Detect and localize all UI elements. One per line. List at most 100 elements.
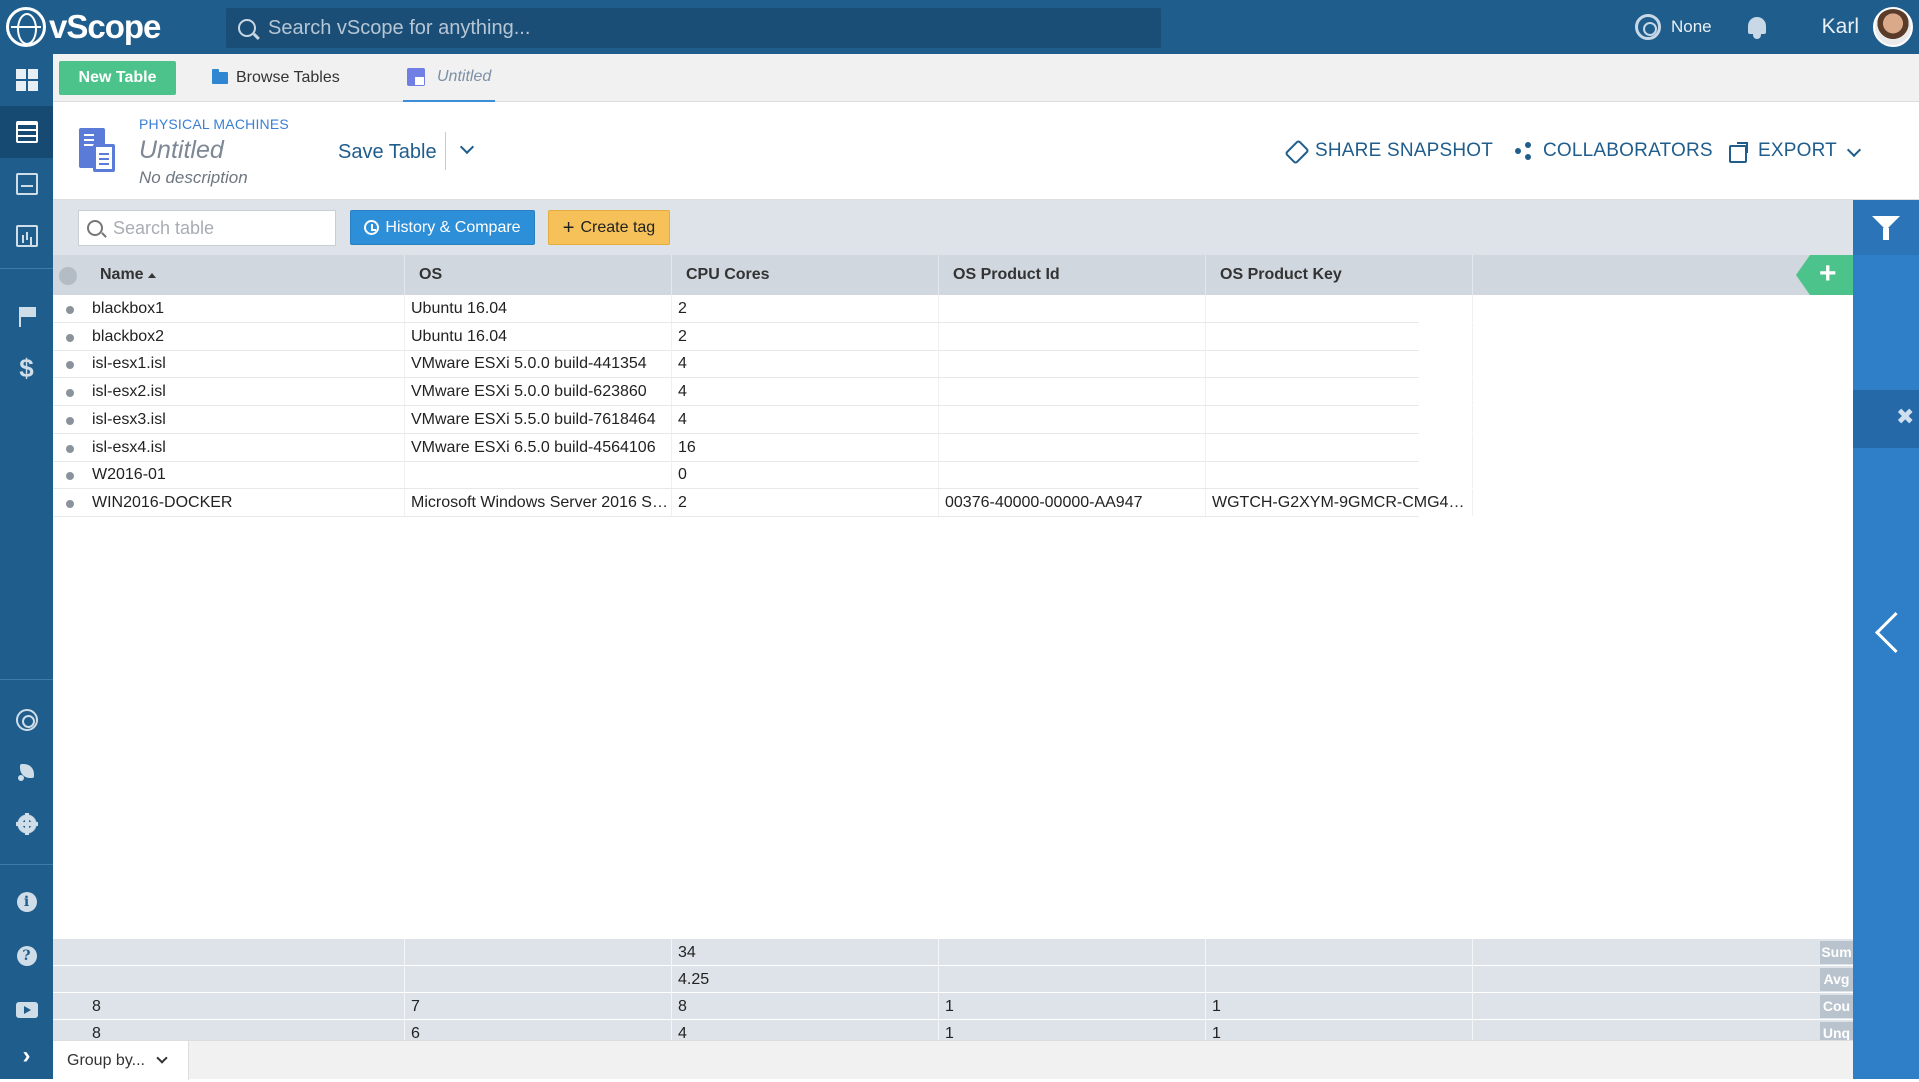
sidebar-expand[interactable]: › xyxy=(0,1030,53,1082)
cell-name[interactable]: isl-esx2.isl xyxy=(86,378,405,406)
cell-cpu-cores[interactable]: 4 xyxy=(672,350,939,378)
sidebar-item-discovery[interactable] xyxy=(0,746,53,798)
table-row[interactable]: isl-esx2.isl VMware ESXi 5.0.0 build-6238… xyxy=(53,378,1473,407)
cell-os-product-id[interactable] xyxy=(939,433,1206,461)
cell-name[interactable]: isl-esx1.isl xyxy=(86,350,405,378)
user-name[interactable]: Karl xyxy=(1822,15,1859,39)
cell-name[interactable]: isl-esx3.isl xyxy=(86,405,405,433)
create-tag-button[interactable]: + Create tag xyxy=(548,210,670,245)
cell-os-product-key[interactable] xyxy=(1206,378,1473,406)
global-search[interactable] xyxy=(226,8,1161,48)
cell-os-product-id[interactable] xyxy=(939,461,1206,489)
tracker-icon[interactable] xyxy=(1635,14,1661,40)
select-all-checkbox[interactable] xyxy=(59,267,77,285)
table-row[interactable]: isl-esx3.isl VMware ESXi 5.5.0 build-7618… xyxy=(53,405,1473,434)
cell-os[interactable]: Microsoft Windows Server 2016 Standard xyxy=(405,488,672,516)
cell-os[interactable] xyxy=(405,461,672,489)
row-select-dot[interactable] xyxy=(66,361,74,370)
vscope-logo[interactable]: vScope xyxy=(6,6,161,48)
column-header-cpu-cores[interactable]: CPU Cores xyxy=(672,255,939,295)
tracker-label[interactable]: None xyxy=(1671,17,1712,37)
bell-icon[interactable] xyxy=(1746,15,1768,39)
filter-button[interactable] xyxy=(1853,200,1919,255)
cell-os[interactable]: VMware ESXi 5.0.0 build-623860 xyxy=(405,378,672,406)
table-category[interactable]: PHYSICAL MACHINES xyxy=(139,116,289,132)
cell-os-product-key[interactable] xyxy=(1206,322,1473,350)
cell-os-product-key[interactable] xyxy=(1206,461,1473,489)
cell-name[interactable]: WIN2016-DOCKER xyxy=(86,488,405,516)
sidebar-item-costs[interactable]: $ xyxy=(0,342,53,394)
collaborators-button[interactable]: COLLABORATORS xyxy=(1513,140,1713,162)
cell-os-product-id[interactable] xyxy=(939,405,1206,433)
save-options-chevron-icon[interactable] xyxy=(458,138,478,162)
summary-label[interactable]: Sum xyxy=(1820,941,1853,964)
cell-os-product-key[interactable] xyxy=(1206,295,1473,322)
sidebar-item-flags[interactable] xyxy=(0,290,53,342)
sidebar-item-info[interactable]: i xyxy=(0,876,53,928)
cell-os-product-key[interactable] xyxy=(1206,350,1473,378)
row-select-dot[interactable] xyxy=(66,333,74,342)
sidebar-item-help[interactable]: ? xyxy=(0,930,53,982)
cell-cpu-cores[interactable]: 0 xyxy=(672,461,939,489)
sidebar-item-tracker[interactable] xyxy=(0,694,53,746)
export-button[interactable]: EXPORT xyxy=(1728,140,1865,163)
sidebar-item-window[interactable] xyxy=(0,158,53,210)
cell-os-product-id[interactable] xyxy=(939,322,1206,350)
table-row[interactable]: WIN2016-DOCKER Microsoft Windows Server 2… xyxy=(53,488,1473,517)
chevron-left-icon[interactable] xyxy=(1873,610,1899,656)
table-row[interactable]: isl-esx1.isl VMware ESXi 5.0.0 build-4413… xyxy=(53,350,1473,379)
sidebar-item-dashboard[interactable] xyxy=(0,54,53,106)
table-row[interactable]: W2016-01 0 xyxy=(53,461,1473,490)
group-by-select[interactable]: Group by... xyxy=(53,1041,189,1080)
cell-name[interactable]: blackbox2 xyxy=(86,322,405,350)
sidebar-item-settings[interactable] xyxy=(0,798,53,850)
cell-os[interactable]: VMware ESXi 5.5.0 build-7618464 xyxy=(405,405,672,433)
new-table-button[interactable]: New Table xyxy=(59,61,176,95)
cell-cpu-cores[interactable]: 4 xyxy=(672,378,939,406)
table-row[interactable]: blackbox1 Ubuntu 16.04 2 xyxy=(53,295,1473,323)
sidebar-item-reports[interactable] xyxy=(0,210,53,262)
cell-os-product-id[interactable] xyxy=(939,350,1206,378)
table-title[interactable]: Untitled xyxy=(139,136,224,165)
cell-os-product-key[interactable] xyxy=(1206,433,1473,461)
table-row[interactable]: blackbox2 Ubuntu 16.04 2 xyxy=(53,322,1473,351)
tab-browse-tables[interactable]: Browse Tables xyxy=(212,54,340,102)
summary-label[interactable]: Cou xyxy=(1820,995,1853,1018)
add-column-button[interactable]: + xyxy=(1796,255,1853,295)
cell-os-product-key[interactable] xyxy=(1206,405,1473,433)
cell-os[interactable]: VMware ESXi 5.0.0 build-441354 xyxy=(405,350,672,378)
global-search-input[interactable] xyxy=(268,16,1118,40)
sidebar-item-videos[interactable] xyxy=(0,984,53,1036)
row-select-dot[interactable] xyxy=(66,416,74,425)
cell-cpu-cores[interactable]: 2 xyxy=(672,295,939,322)
cell-os-product-id[interactable] xyxy=(939,378,1206,406)
sidebar-item-tables[interactable] xyxy=(0,106,53,158)
cell-cpu-cores[interactable]: 4 xyxy=(672,405,939,433)
cell-os[interactable]: Ubuntu 16.04 xyxy=(405,295,672,322)
cell-name[interactable]: isl-esx4.isl xyxy=(86,433,405,461)
column-header-os-product-key[interactable]: OS Product Key xyxy=(1206,255,1473,295)
row-select-dot[interactable] xyxy=(66,306,74,314)
row-select-dot[interactable] xyxy=(66,499,74,508)
row-select-dot[interactable] xyxy=(66,389,74,398)
cell-os-product-key[interactable]: WGTCH-G2XYM-9GMCR-CMG4X-XXXXX xyxy=(1206,488,1473,516)
row-select-dot[interactable] xyxy=(66,472,74,481)
cell-name[interactable]: W2016-01 xyxy=(86,461,405,489)
cell-cpu-cores[interactable]: 2 xyxy=(672,488,939,516)
summary-label[interactable]: Avg xyxy=(1820,968,1853,991)
history-compare-button[interactable]: History & Compare xyxy=(350,210,535,245)
cell-cpu-cores[interactable]: 16 xyxy=(672,433,939,461)
row-select-dot[interactable] xyxy=(66,444,74,453)
column-header-os[interactable]: OS xyxy=(405,255,672,295)
avatar[interactable] xyxy=(1873,7,1913,47)
cell-os-product-id[interactable]: 00376-40000-00000-AA947 xyxy=(939,488,1206,516)
column-header-os-product-id[interactable]: OS Product Id xyxy=(939,255,1206,295)
table-search-input[interactable] xyxy=(113,217,313,239)
table-search[interactable] xyxy=(78,210,336,246)
close-icon[interactable]: ✖ xyxy=(1896,404,1914,430)
cell-os[interactable]: Ubuntu 16.04 xyxy=(405,322,672,350)
column-header-name[interactable]: Name xyxy=(86,255,405,295)
cell-cpu-cores[interactable]: 2 xyxy=(672,322,939,350)
save-table-button[interactable]: Save Table xyxy=(338,141,437,164)
table-description[interactable]: No description xyxy=(139,168,248,188)
